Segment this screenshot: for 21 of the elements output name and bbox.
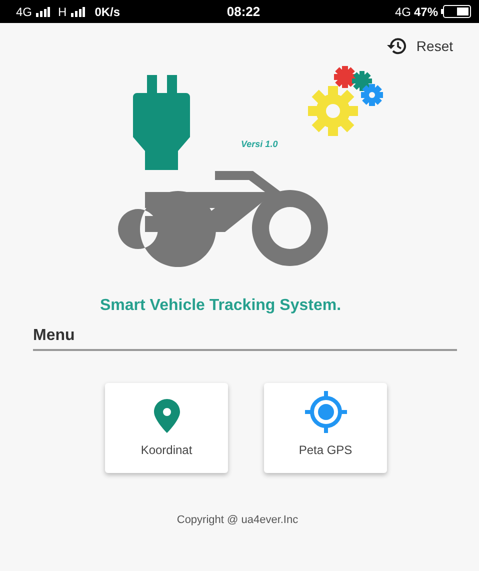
copyright-text: Copyright @ ua4ever.Inc — [176, 514, 300, 526]
menu-button[interactable]: Peta GPS — [264, 383, 387, 473]
gps-target-icon — [304, 391, 346, 433]
battery-icon — [441, 5, 472, 18]
section-heading: Menu — [33, 327, 457, 351]
history-icon — [386, 37, 406, 55]
signal-icon — [70, 6, 85, 16]
network-type: 4G — [394, 4, 411, 18]
menu-button[interactable]: Koordinat — [105, 383, 228, 473]
plug-icon — [133, 75, 190, 170]
motorcycle-icon — [118, 171, 328, 268]
network-type: 4G — [16, 4, 32, 18]
clock: 08:22 — [226, 4, 260, 19]
battery-level: 47% — [414, 4, 438, 18]
map-pin-icon — [154, 399, 180, 433]
app-title: Smart Vehicle Tracking System. — [100, 297, 342, 315]
network-type: H — [58, 4, 67, 18]
signal-icon — [36, 6, 50, 16]
version-label: Versi 1.0 — [241, 139, 278, 149]
data-speed: 0K/s — [94, 4, 120, 18]
reset-button[interactable]: Reset — [384, 35, 455, 57]
